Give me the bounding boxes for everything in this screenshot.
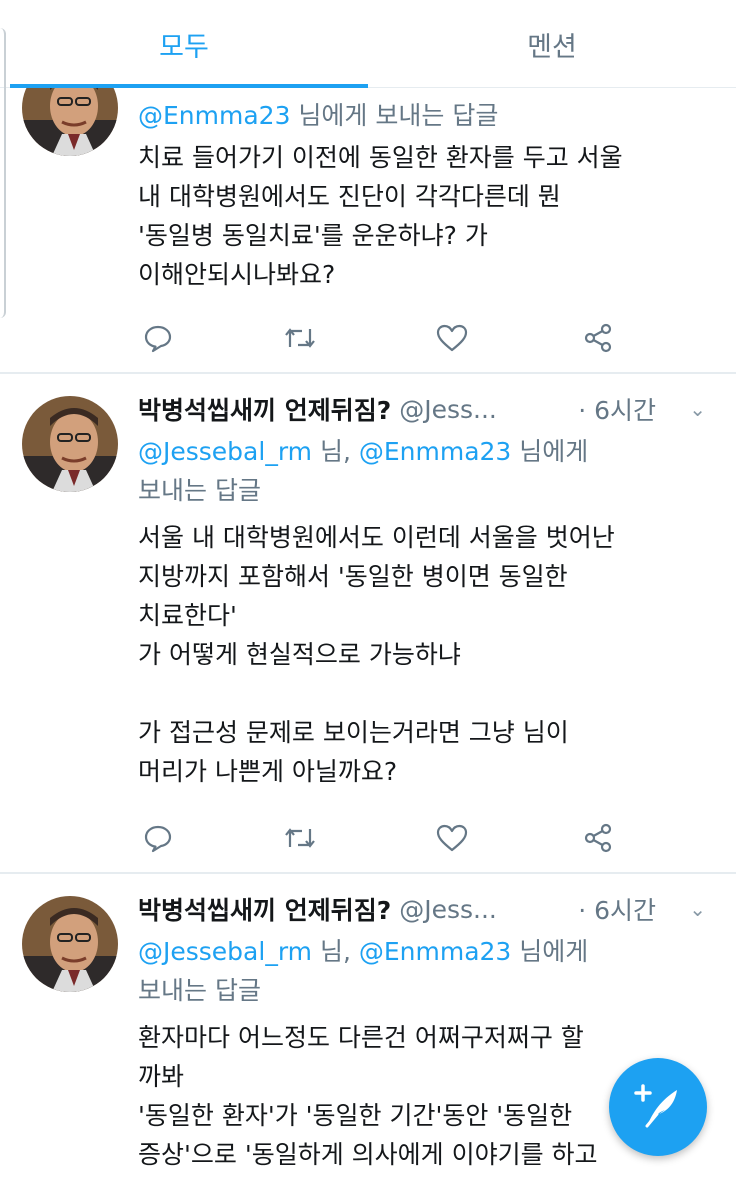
tweet-actions [138,818,638,858]
display-name[interactable]: 박병석씹새끼 언제뒤짐? [138,891,391,927]
timestamp[interactable]: · 6시간 [578,891,656,927]
edge-panel-handle[interactable] [0,28,6,318]
like-icon[interactable] [432,818,472,858]
reply-separator: 님, [312,937,359,966]
like-icon[interactable] [432,318,472,358]
mention-link[interactable]: @Enmma23 [359,437,511,466]
reply-context: @Enmma23 님에게 보내는 답글 [138,96,696,135]
mention-link[interactable]: @Enmma23 [138,101,290,130]
reply-separator: 님, [312,437,359,466]
caret-down-icon[interactable]: ⌄ [689,897,706,921]
tweet-header: 박병석씹새끼 언제뒤짐? @Jess... · 6시간 ⌄ [138,390,716,428]
caret-down-icon[interactable]: ⌄ [689,397,706,421]
retweet-icon[interactable] [280,318,320,358]
compose-tweet-button[interactable] [609,1058,707,1156]
avatar[interactable] [22,396,118,492]
retweet-icon[interactable] [280,818,320,858]
compose-tweet-icon [634,1084,677,1128]
user-handle[interactable]: @Jess... [399,395,497,424]
display-name[interactable]: 박병석씹새끼 언제뒤짐? [138,391,391,427]
mention-link[interactable]: @Enmma23 [359,937,511,966]
mention-link[interactable]: @Jessebal_rm [138,437,312,466]
timestamp[interactable]: · 6시간 [578,391,656,427]
tab-all[interactable]: 모두 [0,0,368,88]
reply-label: 보내는 답글 [138,476,261,505]
tweet[interactable]: 박병석씹새끼 언제뒤짐? @Jess... · 6시간 ⌄ @Jessebal_… [0,374,736,872]
avatar[interactable] [22,896,118,992]
reply-context: @Jessebal_rm 님, @Enmma23 님에게 보내는 답글 [138,932,696,1010]
share-icon[interactable] [578,318,618,358]
reply-label: 님에게 보내는 답글 [290,101,499,130]
tweet-text: 서울 내 대학병원에서도 이런데 서울을 벗어난 지방까지 포함해서 '동일한 … [138,523,615,786]
tweet-text: 치료 들어가기 이전에 동일한 환자를 두고 서울 내 대학병원에서도 진단이 … [138,143,623,289]
reply-label: 님에게 [511,937,589,966]
tab-active-indicator [10,84,368,88]
mention-link[interactable]: @Jessebal_rm [138,937,312,966]
tweet-actions [138,318,638,358]
tweet-header: 박병석씹새끼 언제뒤짐? @Jess... · 6시간 ⌄ [138,890,716,928]
share-icon[interactable] [578,818,618,858]
reply-icon[interactable] [138,818,178,858]
reply-icon[interactable] [138,318,178,358]
tab-mentions[interactable]: 멘션 [368,0,736,88]
reply-label: 님에게 [511,437,589,466]
reply-context: @Jessebal_rm 님, @Enmma23 님에게 보내는 답글 [138,432,696,510]
tab-bar: 모두 멘션 [0,0,736,88]
tweet[interactable]: 박병석씹새끼 언제뒤짐? @Jess... · 6시간 ⌄ @Jessebal_… [0,874,736,1200]
user-handle[interactable]: @Jess... [399,895,497,924]
reply-label: 보내는 답글 [138,976,261,1005]
